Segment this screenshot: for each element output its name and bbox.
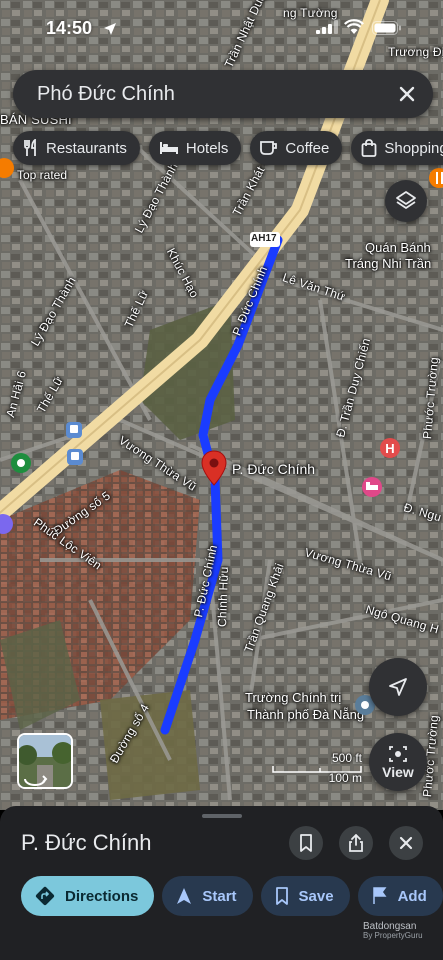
drag-handle[interactable] — [202, 814, 242, 818]
hotel-icon[interactable] — [0, 513, 14, 535]
chip-label: Shopping — [384, 139, 443, 157]
save-list-button[interactable] — [289, 826, 323, 860]
status-bar: 14:50 — [0, 0, 443, 56]
restaurant-icon[interactable] — [0, 157, 14, 179]
shopping-bag-icon — [361, 139, 377, 157]
directions-button[interactable]: Directions — [21, 876, 155, 916]
svg-text:H: H — [385, 441, 394, 456]
chip-label: Restaurants — [46, 139, 127, 157]
close-icon[interactable] — [395, 82, 419, 106]
navigation-arrow-icon — [389, 678, 407, 696]
poi-label: Tráng Nhi Trần — [345, 256, 432, 271]
search-box[interactable]: Phó Đức Chính — [13, 70, 433, 118]
map-scale: 500 ft 100 m — [272, 751, 362, 787]
park-icon[interactable] — [10, 452, 32, 474]
wifi-icon — [344, 19, 364, 34]
chip-shopping[interactable]: Shopping — [351, 131, 443, 165]
action-label: Add — [397, 887, 427, 905]
start-button[interactable]: Start — [162, 876, 253, 916]
category-chips: Restaurants Hotels Coffee Shopping — [13, 131, 443, 165]
bookmark-icon — [300, 834, 312, 852]
search-query[interactable]: Phó Đức Chính — [37, 83, 175, 106]
status-time: 14:50 — [46, 18, 93, 38]
chip-label: Coffee — [285, 139, 330, 157]
layers-button[interactable] — [385, 180, 427, 222]
street-label: Chính Hữu — [215, 566, 232, 628]
street-view-thumbnail[interactable] — [17, 733, 73, 789]
fork-knife-icon — [24, 139, 36, 156]
share-button[interactable] — [339, 826, 373, 860]
battery-icon — [372, 21, 401, 35]
save-button[interactable]: Save — [260, 876, 350, 916]
bed-icon — [159, 142, 178, 154]
watermark-brand: Batdongsan — [363, 921, 417, 932]
share-icon — [349, 834, 363, 852]
street-view-preview — [19, 735, 71, 787]
location-pin-icon[interactable] — [201, 450, 227, 486]
scale-meters: 100 m — [328, 771, 362, 785]
hotel-icon[interactable] — [361, 476, 383, 498]
flag-icon — [372, 887, 387, 904]
add-button[interactable]: Add — [357, 876, 443, 916]
location-arrow-icon — [104, 23, 116, 35]
highway-shield: AH17 — [251, 233, 277, 244]
close-sheet-button[interactable] — [389, 826, 423, 860]
bookmark-icon — [275, 887, 288, 905]
view-label: View — [382, 763, 414, 780]
watermark-tagline: By PropertyGuru — [363, 931, 423, 940]
chip-restaurants[interactable]: Restaurants — [13, 131, 140, 165]
action-label: Start — [202, 887, 237, 905]
layers-icon — [396, 191, 416, 209]
poi-label: Quán Bánh — [365, 240, 431, 255]
hospital-icon[interactable]: H — [379, 437, 401, 459]
action-label: Save — [298, 887, 334, 905]
navigation-arrow-icon — [177, 888, 192, 904]
directions-icon — [35, 886, 55, 906]
close-icon — [399, 836, 413, 850]
chip-hotels[interactable]: Hotels — [148, 131, 242, 165]
watermark: Batdongsan By PropertyGuru — [363, 921, 423, 941]
chip-coffee[interactable]: Coffee — [250, 131, 343, 165]
poi-label: Trường Chính trị — [245, 690, 342, 705]
street-view-icon — [389, 745, 407, 762]
action-buttons: Directions Start Save Add — [21, 876, 443, 916]
bus-stop-icon[interactable] — [65, 421, 83, 439]
action-label: Directions — [65, 887, 139, 905]
bus-stop-icon[interactable] — [66, 448, 84, 466]
my-location-button[interactable] — [369, 658, 427, 716]
cellular-signal-icon — [316, 20, 338, 34]
scale-feet: 500 ft — [331, 751, 362, 765]
coffee-cup-icon — [260, 141, 278, 155]
poi-label: Thành phố Đà Nẵng — [247, 707, 365, 722]
chip-label: Hotels — [185, 139, 229, 157]
place-title: P. Đức Chính — [21, 830, 152, 855]
street-view-button[interactable]: View — [369, 733, 427, 791]
poi-label: Top rated — [17, 168, 68, 182]
restaurant-icon[interactable] — [428, 167, 443, 189]
pin-label: P. Đức Chính — [232, 461, 316, 477]
